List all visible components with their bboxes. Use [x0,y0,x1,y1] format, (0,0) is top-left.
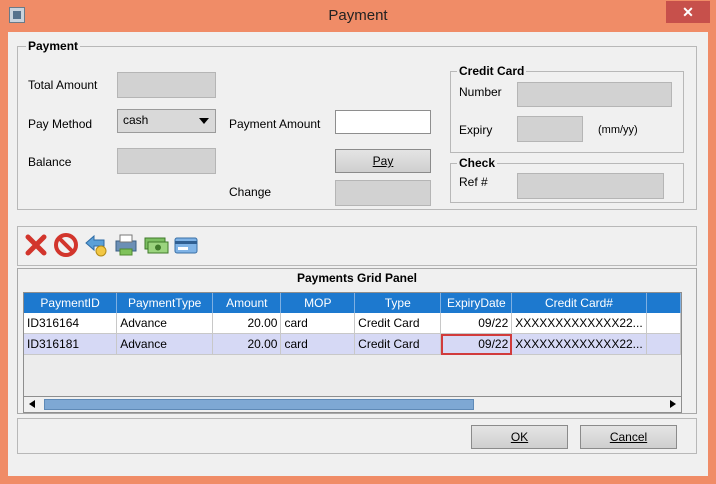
close-button[interactable]: ✕ [666,1,710,23]
title-bar[interactable]: Payment ✕ [0,0,716,32]
cell-type[interactable]: Credit Card [354,313,442,334]
cell-extra [646,313,681,334]
back-icon[interactable] [82,231,110,259]
dialog-body: Payment Total Amount Pay Method cash Pay… [8,32,708,476]
window-title: Payment [328,7,388,24]
column-header-expiry-date[interactable]: ExpiryDate [440,293,513,313]
grid-title: Payments Grid Panel [296,271,418,285]
column-header-extra [646,293,681,313]
column-header-payment-type[interactable]: PaymentType [116,293,214,313]
card-expiry-field [517,116,583,142]
card-number-field [517,82,672,107]
payments-table-viewport[interactable]: PaymentID PaymentType Amount MOP Type Ex… [23,292,682,413]
payment-amount-label: Payment Amount [229,117,321,131]
total-amount-label: Total Amount [28,78,98,92]
column-header-mop[interactable]: MOP [280,293,356,313]
cell-payment-id[interactable]: ID316164 [24,313,118,334]
check-group: Check Ref # [450,156,684,203]
pay-method-value: cash [123,113,149,127]
horizontal-scrollbar[interactable] [23,396,682,413]
check-ref-label: Ref # [459,175,488,189]
cell-type[interactable]: Credit Card [354,333,442,355]
cell-amount[interactable]: 20.00 [212,333,282,355]
column-header-amount[interactable]: Amount [212,293,282,313]
payment-group: Payment Total Amount Pay Method cash Pay… [17,39,697,210]
payment-amount-input[interactable] [335,110,431,134]
balance-field [117,148,216,174]
table-header-row: PaymentID PaymentType Amount MOP Type Ex… [24,293,681,313]
cell-payment-id[interactable]: ID316181 [24,333,118,355]
check-ref-field [517,173,664,199]
cell-payment-type[interactable]: Advance [116,313,214,334]
card-number-label: Number [459,85,502,99]
card-icon[interactable] [172,231,200,259]
cell-amount[interactable]: 20.00 [212,313,282,334]
print-icon[interactable] [112,231,140,259]
pay-method-select[interactable]: cash [117,109,216,133]
column-header-credit-card[interactable]: Credit Card# [511,293,647,313]
cell-payment-type[interactable]: Advance [116,333,214,355]
cancel-button[interactable]: Cancel [580,425,677,449]
card-expiry-label: Expiry [459,123,493,137]
cell-credit-card[interactable]: XXXXXXXXXXXXX22... [511,333,647,355]
table-row[interactable]: ID316181 Advance 20.00 card Credit Card … [24,333,681,355]
credit-card-group: Credit Card Number Expiry (mm/yy) [450,64,684,153]
pay-method-label: Pay Method [28,117,93,131]
delete-icon[interactable] [22,231,50,259]
change-field [335,180,431,206]
footer-panel: OK Cancel [17,418,697,454]
ok-button[interactable]: OK [471,425,568,449]
credit-card-legend: Credit Card [457,64,527,78]
payment-legend: Payment [26,39,81,53]
total-amount-field [117,72,216,98]
cell-mop[interactable]: card [280,333,356,355]
chevron-down-icon [199,118,209,124]
cell-extra [646,333,681,355]
expiry-format-hint: (mm/yy) [598,124,638,136]
cell-credit-card[interactable]: XXXXXXXXXXXXX22... [511,313,647,334]
scrollbar-thumb[interactable] [44,399,474,410]
table-row[interactable]: ID316164 Advance 20.00 card Credit Card … [24,313,681,334]
column-header-type[interactable]: Type [354,293,442,313]
payment-window: Payment ✕ Payment Total Amount Pay Metho… [0,0,716,484]
scroll-left-icon[interactable] [29,400,35,408]
check-legend: Check [457,156,498,170]
cash-icon[interactable] [142,231,170,259]
cancel-icon[interactable] [52,231,80,259]
toolbar [17,226,697,266]
pay-button[interactable]: Pay [335,149,431,173]
change-label: Change [229,185,272,199]
payments-table: PaymentID PaymentType Amount MOP Type Ex… [24,293,681,355]
column-header-payment-id[interactable]: PaymentID [24,293,118,313]
cell-expiry-date[interactable]: 09/22 [440,313,513,334]
cell-mop[interactable]: card [280,313,356,334]
cell-expiry-date[interactable]: 09/22 [440,333,513,355]
scroll-right-icon[interactable] [670,400,676,408]
balance-label: Balance [28,155,72,169]
